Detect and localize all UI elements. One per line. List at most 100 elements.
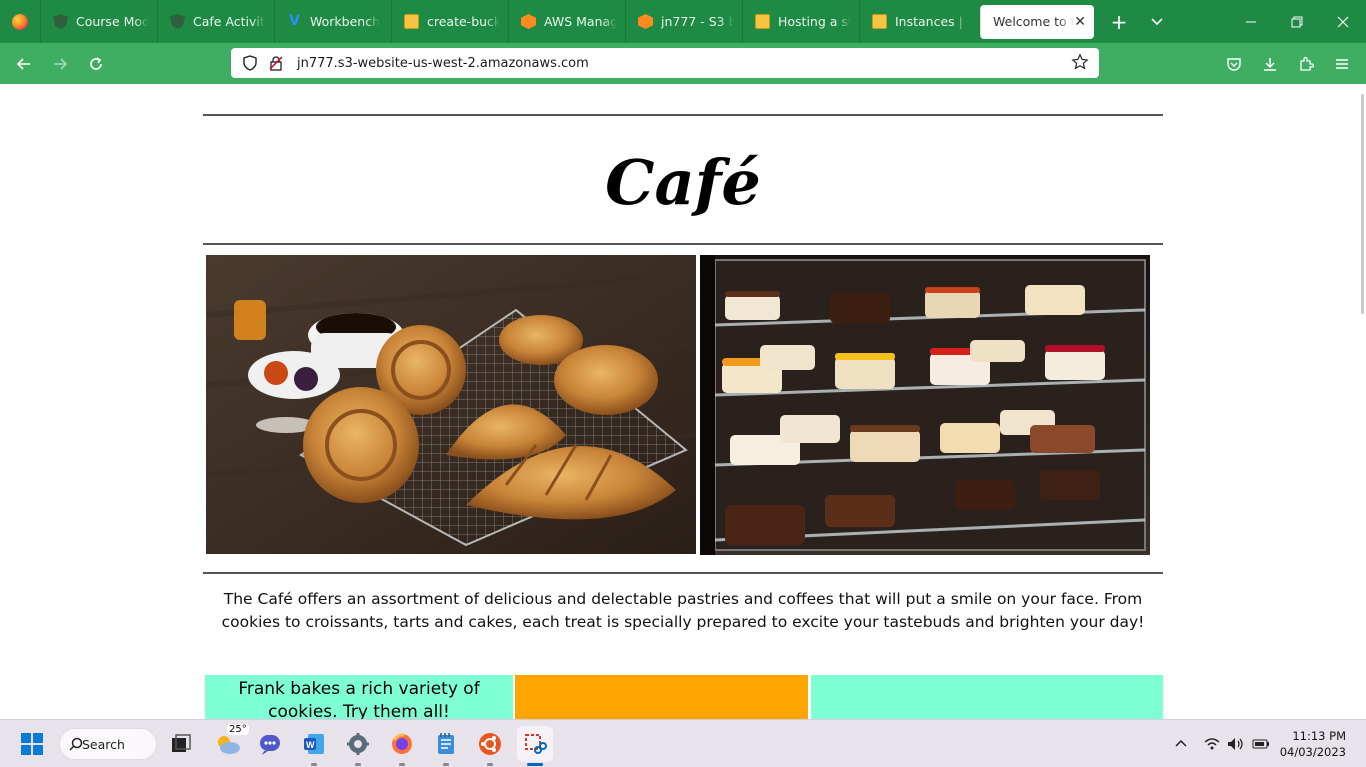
snipping-tool-button[interactable]	[517, 726, 553, 766]
ubuntu-app-button[interactable]	[472, 726, 508, 766]
gear-icon	[347, 733, 369, 755]
new-tab-button[interactable]: +	[1100, 0, 1138, 43]
arrow-left-icon	[16, 57, 30, 70]
puzzle-icon	[1300, 56, 1314, 71]
list-all-tabs-button[interactable]	[1138, 0, 1176, 43]
shield-icon	[170, 14, 185, 29]
restore-icon	[1291, 16, 1303, 27]
task-view-icon	[172, 734, 191, 752]
feature-text	[811, 675, 1163, 678]
word-icon: W	[304, 734, 324, 754]
tab-label: Cafe Activity	[193, 14, 266, 29]
pocket-icon	[1227, 57, 1241, 71]
notepad-icon	[438, 733, 454, 754]
running-indicator	[487, 763, 493, 766]
ubuntu-icon	[479, 733, 501, 755]
pocket-button[interactable]	[1216, 43, 1252, 84]
minimize-window-button[interactable]	[1228, 0, 1274, 43]
clock-time: 11:13 PM	[1292, 729, 1346, 743]
svg-text:W: W	[306, 740, 315, 750]
chevron-up-icon	[1175, 739, 1187, 747]
word-app-button[interactable]: W	[296, 726, 332, 766]
tab-instances-ec2[interactable]: Instances | EC	[859, 0, 976, 43]
system-clock[interactable]: 11:13 PM 04/03/2023	[1280, 728, 1346, 760]
tab-label: Course Modu	[76, 14, 149, 29]
firefox-menu-icon[interactable]	[0, 0, 40, 43]
tab-hosting-static[interactable]: Hosting a stati	[742, 0, 859, 43]
battery-status[interactable]	[1251, 734, 1271, 754]
tab-workbench[interactable]: V Workbench	[274, 0, 391, 43]
divider	[203, 114, 1163, 116]
page-title: Café	[605, 146, 761, 219]
feature-box-orange	[515, 675, 808, 719]
tab-label: Instances | EC	[895, 14, 968, 29]
battery-icon	[1252, 739, 1269, 749]
tab-label: AWS Manager	[544, 14, 617, 29]
close-window-button[interactable]	[1320, 0, 1366, 43]
close-tab-icon[interactable]: ✕	[1074, 14, 1086, 30]
extensions-button[interactable]	[1288, 43, 1324, 84]
search-icon	[69, 737, 83, 751]
teams-chat-button[interactable]	[252, 726, 288, 762]
firefox-app-button[interactable]	[384, 726, 420, 766]
address-bar[interactable]: jn777.s3-website-us-west-2.amazonaws.com	[231, 48, 1099, 78]
downloads-button[interactable]	[1252, 43, 1288, 84]
divider	[203, 243, 1163, 245]
box-icon	[872, 14, 887, 29]
intro-paragraph: The Café offers an assortment of delicio…	[221, 590, 1145, 631]
tab-course-modules[interactable]: Course Modu	[40, 0, 157, 43]
taskbar-search[interactable]: Search	[59, 728, 157, 760]
task-view-button[interactable]	[163, 726, 199, 762]
tab-create-bucket[interactable]: create-bucket	[391, 0, 508, 43]
app-menu-button[interactable]	[1324, 43, 1360, 84]
hamburger-menu-icon	[1336, 58, 1348, 69]
show-hidden-icons-button[interactable]	[1171, 734, 1191, 754]
tab-label: Workbench	[310, 14, 380, 29]
windows-taskbar: Search 25° W 11:13 PM 04/03/2023	[0, 719, 1366, 767]
windows-logo-icon	[21, 733, 43, 755]
page-scrollbar[interactable]	[1361, 94, 1364, 314]
weather-widget[interactable]: 25°	[210, 724, 249, 762]
clock-date: 04/03/2023	[1279, 745, 1346, 759]
cube-icon	[638, 14, 653, 29]
restore-window-button[interactable]	[1274, 0, 1320, 43]
box-icon	[755, 14, 770, 29]
firefox-icon	[392, 733, 412, 754]
tab-label: create-bucket	[427, 14, 500, 29]
insecure-lock-icon[interactable]	[267, 54, 285, 72]
tab-cafe-activity[interactable]: Cafe Activity	[157, 0, 274, 43]
wifi-status[interactable]	[1202, 734, 1222, 754]
reload-button[interactable]	[78, 46, 114, 82]
cakes-display-photo	[700, 255, 1150, 555]
box-icon	[404, 14, 419, 29]
minimize-icon	[1246, 21, 1256, 22]
start-button[interactable]	[14, 726, 50, 762]
tab-label: Welcome to the	[993, 14, 1074, 29]
notepad-app-button[interactable]	[428, 726, 464, 766]
pastries-photo	[206, 255, 696, 554]
url-text[interactable]: jn777.s3-website-us-west-2.amazonaws.com	[297, 56, 589, 71]
forward-button[interactable]	[42, 46, 78, 82]
tab-label: Hosting a stati	[778, 14, 851, 29]
volume-status[interactable]	[1226, 734, 1246, 754]
tab-s3-bucket[interactable]: jn777 - S3 buc	[625, 0, 742, 43]
running-indicator	[311, 763, 317, 766]
bookmark-star-icon[interactable]	[1071, 53, 1091, 73]
browser-navigation-bar: jn777.s3-website-us-west-2.amazonaws.com	[0, 43, 1366, 84]
back-button[interactable]	[6, 46, 42, 82]
feature-text	[515, 675, 808, 678]
chat-icon	[260, 735, 280, 755]
running-indicator	[355, 763, 361, 766]
shield-icon[interactable]	[241, 54, 259, 72]
close-icon	[1337, 16, 1349, 27]
tab-welcome-active[interactable]: Welcome to the ✕	[980, 4, 1094, 39]
running-indicator	[399, 763, 405, 766]
shield-icon	[53, 14, 68, 29]
weather-cloud-icon	[218, 736, 240, 754]
divider	[203, 572, 1163, 574]
settings-app-button[interactable]	[340, 726, 376, 766]
v-logo-icon: V	[289, 13, 300, 29]
tab-aws-manager[interactable]: AWS Manager	[508, 0, 625, 43]
arrow-right-icon	[54, 57, 68, 70]
feature-text: Frank bakes a rich variety of cookies. T…	[238, 679, 480, 719]
